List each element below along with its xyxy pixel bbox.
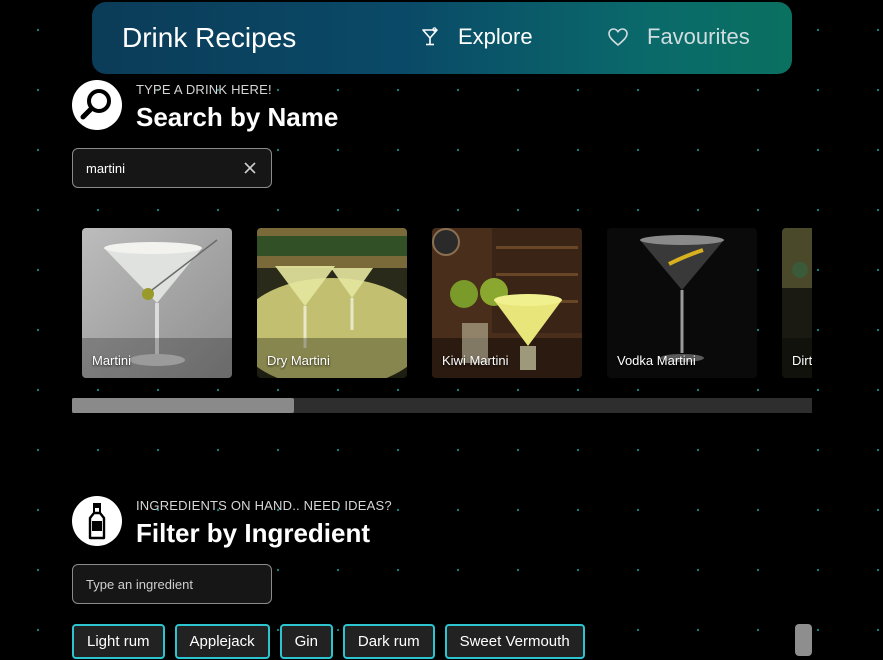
ingredient-chip[interactable]: Gin	[279, 624, 333, 659]
drink-card-name: Martini	[92, 353, 132, 368]
ingredient-kicker: INGREDIENTS ON HAND.. NEED IDEAS?	[136, 498, 392, 513]
drink-card-name: Dirty Martini	[792, 353, 812, 368]
drink-card-name: Kiwi Martini	[442, 353, 509, 368]
magnifier-icon	[72, 80, 122, 130]
clear-search-button[interactable]	[240, 158, 260, 178]
drink-card[interactable]: Martini	[82, 228, 232, 378]
page-scroll-thumb[interactable]	[795, 624, 812, 656]
search-title: Search by Name	[136, 102, 339, 132]
close-icon	[244, 162, 256, 174]
drink-card[interactable]: Vodka Martini	[607, 228, 757, 378]
results-carousel[interactable]: Martini Dry Martini Kiwi Martini Vodka M…	[72, 218, 812, 388]
drink-card[interactable]: Kiwi Martini	[432, 228, 582, 378]
ingredient-chip[interactable]: Dark rum	[342, 624, 435, 659]
cocktail-glass-icon	[422, 27, 438, 46]
drink-card[interactable]: Dirty Martini	[782, 228, 812, 378]
nav-favourites-label: Favourites	[647, 24, 750, 49]
ingredient-search-input[interactable]	[72, 564, 272, 604]
ingredient-chip-list: Light rum Applejack Gin Dark rum Sweet V…	[72, 624, 585, 659]
carousel-scrollbar[interactable]	[72, 398, 812, 413]
heart-icon	[608, 28, 628, 46]
drink-card-name: Vodka Martini	[617, 353, 696, 368]
app-title[interactable]: Drink Recipes	[122, 22, 296, 54]
ingredient-chip[interactable]: Sweet Vermouth	[444, 624, 585, 659]
drink-card[interactable]: Dry Martini	[257, 228, 407, 378]
carousel-scroll-thumb[interactable]	[72, 398, 294, 413]
search-kicker: TYPE A DRINK HERE!	[136, 82, 272, 97]
bottle-icon	[72, 496, 122, 546]
ingredient-chip[interactable]: Applejack	[174, 624, 270, 659]
drink-card-name: Dry Martini	[267, 353, 330, 368]
nav-explore-label: Explore	[458, 24, 533, 49]
nav-favourites-link[interactable]: Favourites	[607, 24, 750, 50]
nav-explore-link[interactable]: Explore	[420, 24, 533, 50]
top-navbar: Drink Recipes Explore Favourites	[92, 2, 792, 74]
ingredient-chip[interactable]: Light rum	[72, 624, 165, 659]
ingredient-title: Filter by Ingredient	[136, 518, 371, 548]
